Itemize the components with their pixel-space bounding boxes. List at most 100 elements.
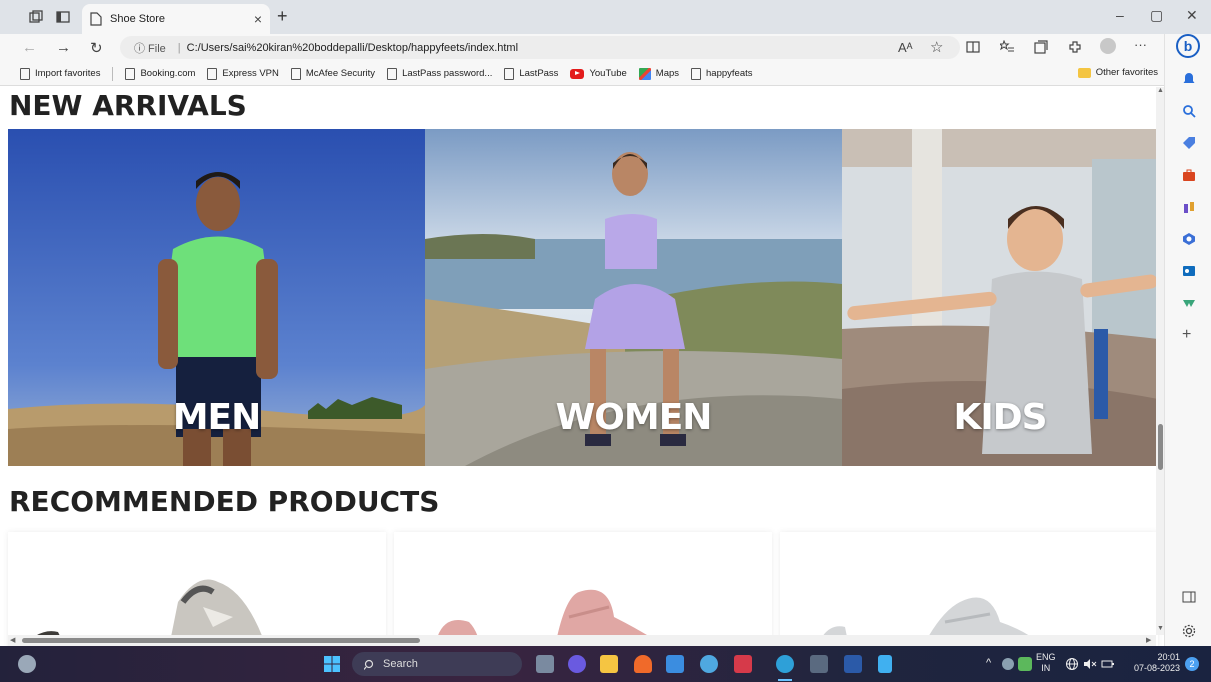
url-text[interactable]: C:/Users/sai%20kiran%20boddepalli/Deskto…	[187, 42, 518, 54]
microsoft365-icon[interactable]	[1182, 232, 1196, 246]
address-bar: ← → ↻ ⓘ File | C:/Users/sai%20kiran%20bo…	[0, 34, 1164, 62]
bookmark-lastpass-password[interactable]: LastPass password...	[387, 67, 492, 80]
import-icon	[20, 67, 30, 80]
bing-chat-icon[interactable]: b	[1176, 34, 1200, 58]
search-icon	[364, 659, 374, 670]
minimize-button[interactable]: –	[1116, 7, 1124, 23]
favorites-icon[interactable]	[1000, 40, 1014, 54]
new-arrivals-banner: MEN WOMEN KIDS	[8, 129, 1158, 466]
scroll-left-arrow[interactable]: ◀	[10, 636, 15, 644]
forward-icon[interactable]: →	[56, 39, 71, 56]
workspaces-icon[interactable]	[28, 9, 44, 25]
tab-shoe-store[interactable]: Shoe Store ×	[82, 4, 270, 34]
search-icon[interactable]	[1182, 104, 1196, 118]
settings-gear-icon[interactable]	[1182, 624, 1196, 638]
photos-icon[interactable]	[810, 655, 828, 673]
edge-browser-icon[interactable]	[776, 655, 794, 673]
product-card[interactable]	[394, 532, 772, 646]
tray-app-icon[interactable]	[1002, 658, 1014, 670]
more-menu-icon[interactable]: ···	[1134, 37, 1147, 52]
mcafee-icon[interactable]	[734, 655, 752, 673]
category-women[interactable]: WOMEN	[425, 129, 842, 466]
bookmark-booking[interactable]: Booking.com	[125, 67, 195, 80]
page-viewport: NEW ARRIVALS MEN WOMEN KIDS RECOMMENDED …	[0, 87, 1164, 646]
start-windows-icon[interactable]	[323, 655, 341, 673]
category-label-kids: KIDS	[953, 397, 1047, 438]
site-info[interactable]: ⓘ File	[134, 40, 166, 56]
battery-icon[interactable]	[1101, 657, 1115, 671]
teams-chat-icon[interactable]	[568, 655, 586, 673]
close-window-button[interactable]: ✕	[1186, 7, 1198, 24]
category-kids[interactable]: KIDS	[842, 129, 1158, 466]
taskbar-search-label: Search	[383, 658, 418, 670]
vertical-scrollbar[interactable]: ▲ ▼	[1156, 87, 1164, 635]
weather-widget-icon[interactable]	[18, 655, 36, 673]
split-screen-icon[interactable]	[966, 40, 980, 54]
tools-briefcase-icon[interactable]	[1182, 168, 1196, 182]
scroll-down-arrow[interactable]: ▼	[1157, 625, 1164, 632]
new-tab-button[interactable]: +	[277, 6, 288, 27]
product-shoe-image	[435, 589, 665, 646]
favorites-bar: Import favorites Booking.com Express VPN…	[0, 62, 1164, 86]
other-favorites[interactable]: Other favorites	[1077, 67, 1158, 78]
hide-sidebar-icon[interactable]	[1182, 590, 1196, 604]
category-men[interactable]: MEN	[8, 129, 425, 466]
scroll-right-arrow[interactable]: ▶	[1146, 636, 1151, 644]
show-hidden-icons[interactable]: ^	[986, 658, 991, 669]
language-indicator[interactable]: ENG IN	[1036, 652, 1056, 674]
horizontal-scrollbar[interactable]: ◀ ▶	[8, 635, 1156, 646]
designer-icon[interactable]	[1182, 296, 1196, 310]
url-field[interactable]: ⓘ File | C:/Users/sai%20kiran%20boddepal…	[120, 36, 960, 59]
recommended-products-title: RECOMMENDED PRODUCTS	[9, 485, 440, 518]
restore-button[interactable]: ▢	[1150, 7, 1163, 24]
category-label-women: WOMEN	[555, 397, 713, 438]
bookmark-express-vpn[interactable]: Express VPN	[207, 67, 279, 80]
add-sidebar-app-icon[interactable]: +	[1182, 326, 1196, 343]
volume-muted-icon[interactable]	[1083, 657, 1097, 671]
brave-browser-icon[interactable]	[634, 655, 652, 673]
close-tab-icon[interactable]: ×	[254, 11, 262, 27]
bookmark-divider	[112, 66, 114, 81]
notepad-icon[interactable]	[878, 655, 892, 673]
word-icon[interactable]	[844, 655, 862, 673]
collections-icon[interactable]	[1034, 40, 1048, 54]
read-aloud-icon[interactable]: Aᴬ	[898, 40, 913, 55]
product-card[interactable]	[8, 532, 386, 646]
maps-icon	[638, 67, 651, 80]
vertical-scroll-thumb[interactable]	[1158, 424, 1163, 470]
file-explorer-icon[interactable]	[600, 655, 618, 673]
bookmark-youtube[interactable]: YouTube	[570, 68, 627, 79]
notification-badge[interactable]: 2	[1185, 657, 1199, 671]
clock[interactable]: 20:01 07-08-2023	[1124, 652, 1180, 674]
store-icon[interactable]	[666, 655, 684, 673]
notifications-icon[interactable]	[1182, 72, 1196, 86]
network-globe-icon[interactable]	[1065, 657, 1079, 671]
outlook-icon[interactable]	[1182, 264, 1196, 278]
tray-app-icon[interactable]	[1018, 657, 1032, 671]
tab-actions-icon[interactable]	[55, 9, 71, 25]
folder-icon	[1077, 67, 1091, 78]
extensions-icon[interactable]	[1068, 40, 1082, 54]
category-label-men: MEN	[172, 397, 262, 438]
shopping-tag-icon[interactable]	[1182, 136, 1196, 150]
bookmark-happyfeats[interactable]: happyfeats	[691, 67, 753, 80]
product-shoe-image	[817, 597, 1044, 646]
chrome-canary-icon[interactable]	[700, 655, 718, 673]
bookmark-mcafee[interactable]: McAfee Security	[290, 67, 375, 80]
bookmark-label: YouTube	[589, 68, 627, 79]
taskbar-search[interactable]: Search	[352, 652, 522, 676]
scroll-up-arrow[interactable]: ▲	[1157, 87, 1164, 94]
task-view-icon[interactable]	[536, 655, 554, 673]
bookmark-maps[interactable]: Maps	[638, 67, 679, 80]
page-icon	[125, 67, 136, 80]
back-icon[interactable]: ←	[22, 39, 37, 56]
horizontal-scroll-thumb[interactable]	[22, 638, 420, 643]
refresh-icon[interactable]: ↻	[90, 39, 103, 57]
youtube-icon	[570, 68, 585, 79]
bookmark-import-favorites[interactable]: Import favorites	[20, 67, 100, 80]
profile-avatar[interactable]	[1100, 38, 1116, 54]
games-icon[interactable]	[1182, 200, 1196, 214]
bookmark-lastpass[interactable]: LastPass	[504, 67, 558, 80]
product-card[interactable]	[780, 532, 1158, 646]
favorite-star-icon[interactable]: ☆	[930, 38, 943, 56]
